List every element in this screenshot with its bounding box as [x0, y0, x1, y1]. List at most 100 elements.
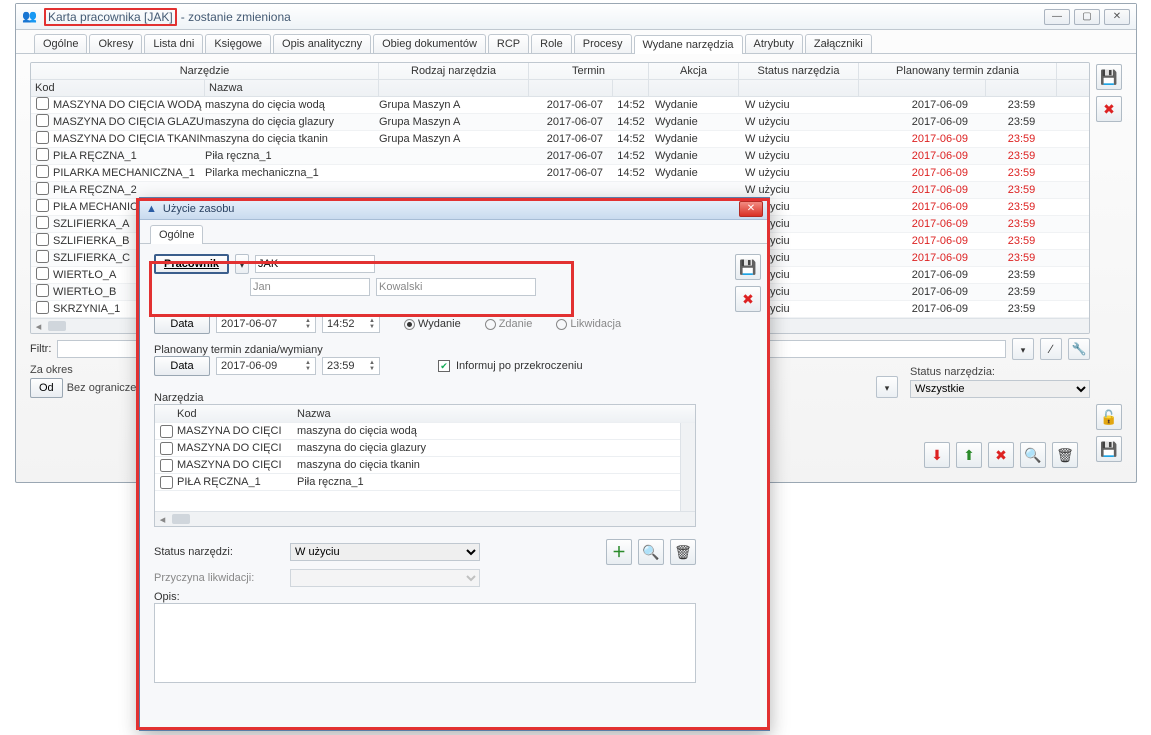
dialog-trash-icon[interactable]: 🗑	[670, 539, 696, 565]
data-button-1[interactable]: Data	[154, 314, 210, 334]
row-checkbox[interactable]	[36, 131, 49, 144]
action-export-icon[interactable]: ⬇	[924, 442, 950, 468]
side-save-icon[interactable]: 💾	[1096, 64, 1122, 90]
header-rodzaj[interactable]: Rodzaj narzędzia	[379, 63, 529, 79]
od-button[interactable]: Od	[30, 378, 63, 398]
scroll-left-icon[interactable]: ◂	[31, 320, 46, 333]
radio-likwidacja[interactable]: Likwidacja	[556, 318, 621, 330]
action-trash-icon[interactable]: 🗑	[1052, 442, 1078, 468]
row-checkbox[interactable]	[36, 267, 49, 280]
data-button-2[interactable]: Data	[154, 356, 210, 376]
cell-nazwa: Piła ręczna_1	[205, 150, 379, 162]
filter-settings-icon[interactable]: 🔧	[1068, 338, 1090, 360]
table-row[interactable]: PIŁA RĘCZNA_1Piła ręczna_12017-06-0714:5…	[31, 148, 1089, 165]
dialog-row-checkbox[interactable]	[160, 425, 173, 438]
dialog-status-select[interactable]: W użyciu	[290, 543, 480, 561]
row-checkbox[interactable]	[36, 301, 49, 314]
tab-atrybuty[interactable]: Atrybuty	[745, 34, 803, 53]
tab-lista-dni[interactable]: Lista dni	[144, 34, 203, 53]
header-status[interactable]: Status narzędzia	[739, 63, 859, 79]
date-field-2[interactable]: 2017-06-09▲▼	[216, 357, 316, 375]
row-checkbox[interactable]	[36, 148, 49, 161]
pracownik-dropdown-button[interactable]	[235, 254, 249, 274]
radio-wydanie[interactable]: Wydanie	[404, 318, 461, 330]
dialog-scroll-thumb[interactable]	[172, 514, 190, 524]
dialog-table-row[interactable]: PIŁA RĘCZNA_1Piła ręczna_1	[155, 474, 680, 491]
header-termin[interactable]: Termin	[529, 63, 649, 79]
header-narzedzie[interactable]: Narzędzie	[31, 63, 379, 79]
row-checkbox[interactable]	[36, 165, 49, 178]
action-search-icon[interactable]: 🔍	[1020, 442, 1046, 468]
dialog-add-icon[interactable]: ＋	[606, 539, 632, 565]
tab-wydane-narzedzia[interactable]: Wydane narzędzia	[634, 35, 743, 54]
header-kod[interactable]: Kod	[31, 80, 205, 96]
dialog-row-checkbox[interactable]	[160, 442, 173, 455]
action-delete-icon[interactable]: ✖	[988, 442, 1014, 468]
tab-procesy[interactable]: Procesy	[574, 34, 632, 53]
status-filter-select[interactable]: Wszystkie	[910, 380, 1090, 398]
side-delete-icon[interactable]: ✖	[1096, 96, 1122, 122]
side-lock-icon[interactable]: 🔓	[1096, 404, 1122, 430]
row-checkbox[interactable]	[36, 97, 49, 110]
row-checkbox[interactable]	[36, 233, 49, 246]
tab-obieg-dokumentow[interactable]: Obieg dokumentów	[373, 34, 486, 53]
close-button[interactable]: ✕	[1104, 9, 1130, 25]
extra-dropdown-button[interactable]	[876, 376, 898, 398]
pracownik-code-input[interactable]	[255, 255, 375, 273]
date-field-1[interactable]: 2017-06-07▲▼	[216, 315, 316, 333]
dialog-row-checkbox[interactable]	[160, 459, 173, 472]
table-row[interactable]: MASZYNA DO CIĘCIA GLAZURYmaszyna do cięc…	[31, 114, 1089, 131]
header-nazwa[interactable]: Nazwa	[205, 80, 379, 96]
dialog-table-row[interactable]: MASZYNA DO CIĘCImaszyna do cięcia glazur…	[155, 440, 680, 457]
scroll-thumb[interactable]	[48, 321, 66, 331]
filter-dropdown-button[interactable]	[1012, 338, 1034, 360]
dialog-header-nazwa[interactable]: Nazwa	[297, 408, 680, 420]
dialog-row-checkbox[interactable]	[160, 476, 173, 489]
action-import-icon[interactable]: ⬆	[956, 442, 982, 468]
dialog-vertical-scrollbar[interactable]	[680, 423, 695, 511]
tab-role[interactable]: Role	[531, 34, 572, 53]
tab-opis-analityczny[interactable]: Opis analityczny	[273, 34, 371, 53]
table-row[interactable]: MASZYNA DO CIĘCIA WODĄmaszyna do cięcia …	[31, 97, 1089, 114]
dialog-close-button[interactable]: ✕	[739, 201, 763, 217]
last-name-input[interactable]	[376, 278, 536, 296]
inform-checkbox[interactable]: ✔	[438, 360, 450, 372]
time-field-1[interactable]: 14:52▲▼	[322, 315, 380, 333]
row-checkbox[interactable]	[36, 216, 49, 229]
header-akcja[interactable]: Akcja	[649, 63, 739, 79]
dialog-search-icon[interactable]: 🔍	[638, 539, 664, 565]
dialog-save-icon[interactable]: 💾	[735, 254, 761, 280]
tab-okresy[interactable]: Okresy	[89, 34, 142, 53]
row-checkbox[interactable]	[36, 250, 49, 263]
dialog-scroll-left-icon[interactable]: ◂	[155, 513, 170, 526]
tab-zalaczniki[interactable]: Załączniki	[805, 34, 872, 53]
table-row[interactable]: PILARKA MECHANICZNA_1Pilarka mechaniczna…	[31, 165, 1089, 182]
first-name-input[interactable]	[250, 278, 370, 296]
table-row[interactable]: MASZYNA DO CIĘCIA TKANINmaszyna do cięci…	[31, 131, 1089, 148]
tab-rcp[interactable]: RCP	[488, 34, 529, 53]
cell-action: Wydanie	[649, 116, 739, 128]
time-field-2[interactable]: 23:59▲▼	[322, 357, 380, 375]
minimize-button[interactable]: —	[1044, 9, 1070, 25]
radio-zdanie[interactable]: Zdanie	[485, 318, 533, 330]
header-planned[interactable]: Planowany termin zdania	[859, 63, 1057, 79]
row-checkbox[interactable]	[36, 284, 49, 297]
dialog-header-kod[interactable]: Kod	[177, 408, 297, 420]
tab-ogolne[interactable]: Ogólne	[34, 34, 87, 53]
dialog-reason-select	[290, 569, 480, 587]
dialog-table-row[interactable]: MASZYNA DO CIĘCImaszyna do cięcia wodą	[155, 423, 680, 440]
filter-funnel-icon[interactable]: ∕	[1040, 338, 1062, 360]
row-checkbox[interactable]	[36, 114, 49, 127]
dialog-tab-ogolne[interactable]: Ogólne	[150, 225, 203, 244]
opis-textarea[interactable]	[154, 603, 696, 683]
row-checkbox[interactable]	[36, 199, 49, 212]
row-checkbox[interactable]	[36, 182, 49, 195]
dialog-delete-icon[interactable]: ✖	[735, 286, 761, 312]
pracownik-button[interactable]: Pracownik	[154, 254, 229, 274]
dialog-table-row[interactable]: MASZYNA DO CIĘCImaszyna do cięcia tkanin	[155, 457, 680, 474]
side-save2-icon[interactable]: 💾	[1096, 436, 1122, 462]
dialog-horizontal-scrollbar[interactable]: ◂	[155, 511, 695, 526]
tab-ksiegowe[interactable]: Księgowe	[205, 34, 271, 53]
narzedzia-label: Narzędzia	[154, 392, 696, 404]
maximize-button[interactable]: ▢	[1074, 9, 1100, 25]
